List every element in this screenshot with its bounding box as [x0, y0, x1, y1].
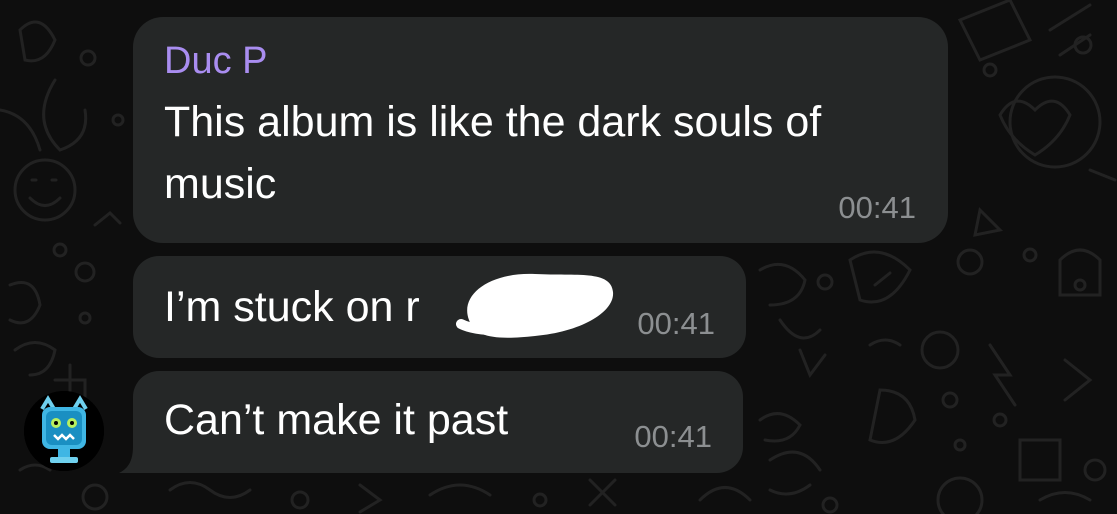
- message-text: Can’t make it past: [164, 396, 509, 444]
- message-bubble-2[interactable]: I’m stuck on r 00:41: [133, 256, 746, 358]
- message-text: This album is like the dark souls of mus…: [164, 98, 834, 208]
- message-timestamp: 00:41: [838, 190, 916, 225]
- message-text: I’m stuck on r: [164, 283, 420, 331]
- chat-background: Duc P This album is like the dark souls …: [0, 0, 1117, 514]
- devil-cat-avatar-icon: [24, 391, 104, 471]
- bubble-tail: [119, 436, 149, 473]
- message-timestamp: 00:41: [637, 306, 715, 341]
- message-bubble-1[interactable]: Duc P This album is like the dark souls …: [133, 17, 948, 243]
- redaction-scribble: [456, 273, 614, 338]
- sender-name[interactable]: Duc P: [164, 41, 267, 81]
- sender-avatar[interactable]: [24, 391, 104, 471]
- message-timestamp: 00:41: [634, 419, 712, 454]
- message-bubble-3[interactable]: Can’t make it past 00:41: [133, 371, 743, 473]
